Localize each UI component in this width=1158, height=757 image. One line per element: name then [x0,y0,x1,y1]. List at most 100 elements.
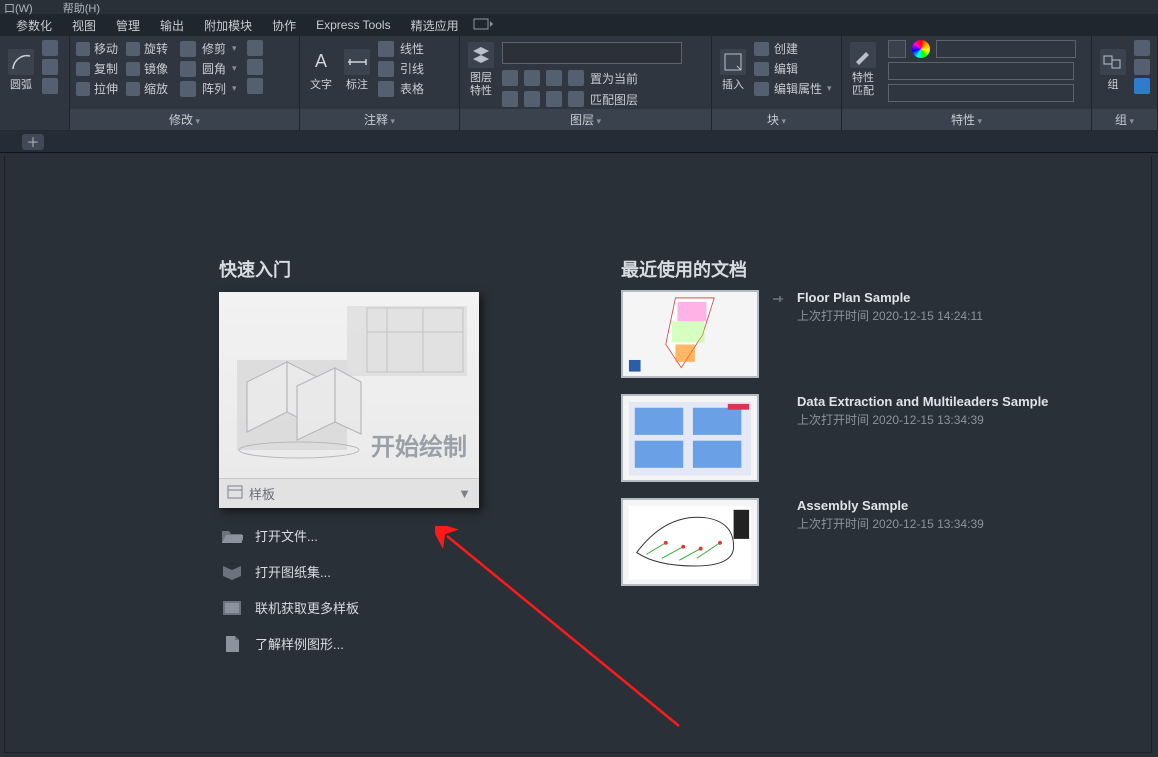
fillet-button[interactable]: 圆角 ▾ [180,60,237,77]
more-templates-link[interactable]: 联机获取更多样板 [219,594,499,621]
menu-featured[interactable]: 精选应用 [401,14,469,37]
layer-tool4-icon[interactable] [568,70,584,86]
trim-button[interactable]: 修剪 ▾ [180,40,237,57]
recent-name-0: Floor Plan Sample [797,290,983,305]
template-label: 样板 [249,484,275,503]
layer-tool8-icon[interactable] [568,91,584,107]
modify-icon2[interactable] [247,59,263,75]
text-icon: A [308,49,334,75]
open-file-link[interactable]: 打开文件... [219,522,499,549]
match-properties-icon [850,42,876,68]
rotate-button[interactable]: 旋转 [126,40,168,57]
recent-time-2: 上次打开时间 2020-12-15 13:34:39 [797,515,984,532]
table-button[interactable]: 表格 [378,80,424,97]
group-icon [1100,49,1126,75]
menu-manage[interactable]: 管理 [106,14,150,37]
linear-dim-button[interactable]: 线性 [378,40,424,57]
annotate-group-label[interactable]: 注释 [300,109,459,130]
help-menu-label[interactable]: 帮助(H) [63,0,100,14]
open-sheetset-link[interactable]: 打开图纸集... [219,558,499,585]
templates-online-icon [221,599,243,617]
text-button[interactable]: A 文字 [306,40,336,100]
recent-item-0[interactable]: Floor Plan Sample 上次打开时间 2020-12-15 14:2… [621,290,1131,378]
start-drawing-card[interactable]: 开始绘制 样板 ▼ [219,292,479,508]
document-tab-strip: ＋ [0,131,1158,153]
window-menu-label[interactable]: 口(W) [4,0,33,14]
recent-time-1: 上次打开时间 2020-12-15 13:34:39 [797,411,1048,428]
array-button[interactable]: 阵列 ▾ [180,80,237,97]
menu-view[interactable]: 视图 [62,14,106,37]
start-page: 快速入门 [4,156,1152,753]
linetype-combo[interactable] [888,62,1074,80]
group-tool2-icon[interactable] [1134,59,1150,75]
ribbon: 圆弧 绘图 移动 旋转 复制 镜像 拉伸 缩放 修剪 ▾ 圆角 ▾ 阵 [0,36,1158,131]
layer-tool2-icon[interactable] [524,70,540,86]
layer-match-button[interactable]: 匹配图层 [590,91,638,108]
insert-icon [720,49,746,75]
appearance-icon[interactable] [473,17,493,34]
quick-start-title: 快速入门 [219,256,499,282]
recent-name-1: Data Extraction and Multileaders Sample [797,394,1048,409]
layer-set-current-button[interactable]: 置为当前 [590,70,638,87]
properties-group-label[interactable]: 特性 [842,109,1091,130]
stretch-button[interactable]: 拉伸 [76,80,118,97]
hatch-icon[interactable] [42,59,58,75]
sheetset-icon [221,563,243,581]
scale-button[interactable]: 缩放 [126,80,168,97]
color-picker-icon[interactable] [912,40,930,58]
recent-docs-title: 最近使用的文档 [621,256,1131,282]
match-properties-button[interactable]: 特性 匹配 [848,40,878,100]
dimension-button[interactable]: 标注 [342,40,372,100]
layer-tool5-icon[interactable] [502,91,518,107]
pin-icon[interactable] [771,290,785,309]
insert-block-button[interactable]: 插入 [718,40,748,100]
layer-tool7-icon[interactable] [546,91,562,107]
group-tool1-icon[interactable] [1134,40,1150,56]
menu-collab[interactable]: 协作 [262,14,306,37]
block-edit-button[interactable]: 编辑 [754,60,832,77]
layer-tool1-icon[interactable] [502,70,518,86]
recent-thumb-0 [621,290,759,378]
menu-parametric[interactable]: 参数化 [6,14,62,37]
layer-tool6-icon[interactable] [524,91,540,107]
new-tab-button[interactable]: ＋ [22,134,44,150]
move-button[interactable]: 移动 [76,40,118,57]
rectangle-icon[interactable] [42,78,58,94]
group-group-label[interactable]: 组 [1092,109,1157,130]
mirror-button[interactable]: 镜像 [126,60,168,77]
recent-time-0: 上次打开时间 2020-12-15 14:24:11 [797,307,983,324]
menu-output[interactable]: 输出 [150,14,194,37]
ellipse-icon[interactable] [42,40,58,56]
document-icon [221,635,243,653]
lineweight-combo[interactable] [888,84,1074,102]
layer-combo[interactable] [502,42,682,64]
modify-group-label[interactable]: 修改 [70,109,299,130]
template-dropdown[interactable]: 样板 ▼ [219,478,479,508]
prop-box-icon[interactable] [888,40,906,58]
learn-samples-link[interactable]: 了解样例图形... [219,630,499,657]
recent-item-1[interactable]: Data Extraction and Multileaders Sample … [621,394,1131,482]
menu-express[interactable]: Express Tools [306,15,400,35]
group-button[interactable]: 组 [1098,40,1128,100]
block-edit-attr-button[interactable]: 编辑属性 ▾ [754,80,832,97]
layer-properties-icon [468,42,494,68]
dimension-icon [344,49,370,75]
copy-button[interactable]: 复制 [76,60,118,77]
modify-icon3[interactable] [247,78,263,94]
color-combo[interactable] [936,40,1076,58]
folder-open-icon [221,527,243,545]
modify-icon1[interactable] [247,40,263,56]
menu-addin[interactable]: 附加模块 [194,14,262,37]
main-menu-bar: 参数化 视图 管理 输出 附加模块 协作 Express Tools 精选应用 [0,14,1158,36]
layer-group-label[interactable]: 图层 [460,109,711,130]
template-icon [227,485,243,502]
arc-button[interactable]: 圆弧 [6,40,36,100]
group-tool3-icon[interactable] [1134,78,1150,94]
layer-properties-button[interactable]: 图层 特性 [466,40,496,100]
layer-tool3-icon[interactable] [546,70,562,86]
arc-icon [8,49,34,75]
block-group-label[interactable]: 块 [712,109,841,130]
recent-item-2[interactable]: Assembly Sample 上次打开时间 2020-12-15 13:34:… [621,498,1131,586]
block-create-button[interactable]: 创建 [754,40,832,57]
leader-button[interactable]: 引线 [378,60,424,77]
